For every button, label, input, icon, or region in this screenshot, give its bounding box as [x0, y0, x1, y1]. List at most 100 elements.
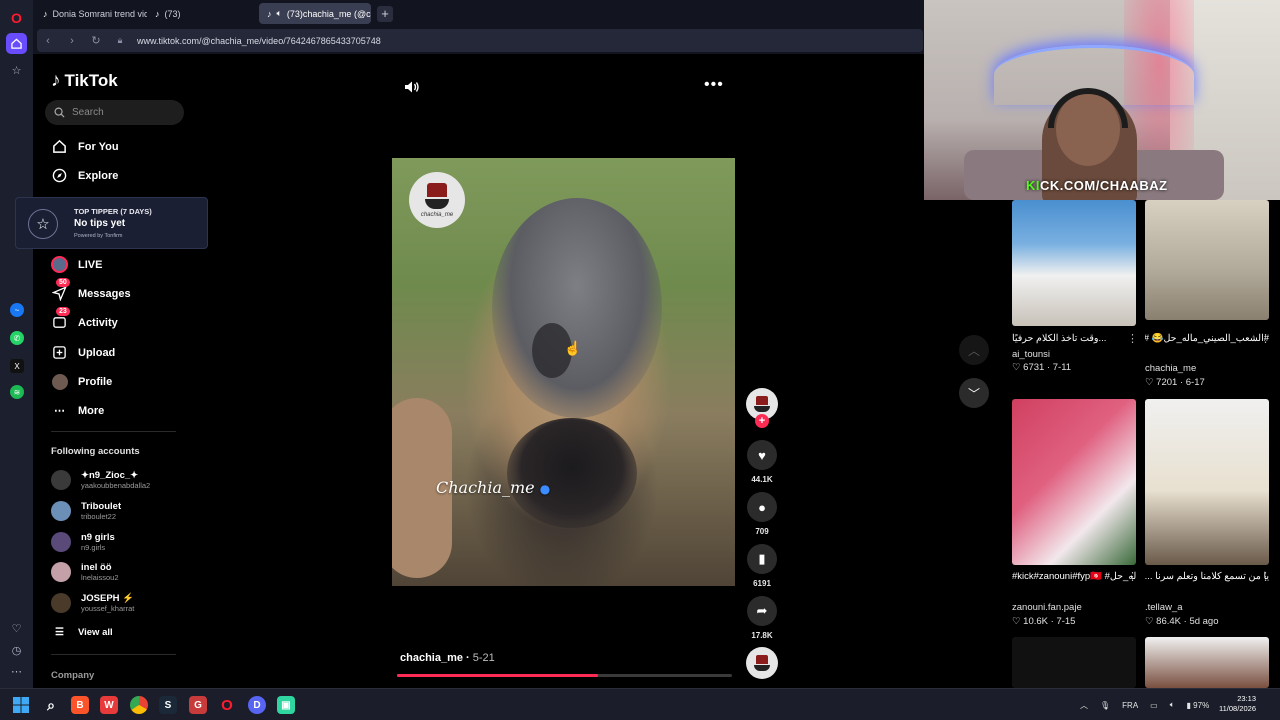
network-icon[interactable]: ▭: [1150, 701, 1158, 710]
comment-button[interactable]: ●: [747, 492, 777, 522]
battery-indicator[interactable]: ▮ 97%: [1187, 701, 1210, 710]
nav-activity[interactable]: 23 Activity: [51, 307, 118, 331]
new-tab-button[interactable]: +: [377, 5, 393, 22]
tab-chachia[interactable]: ♪ 🔈︎ (73)chachia_me (@ch…: [259, 3, 371, 24]
search-box[interactable]: [45, 100, 184, 125]
nav-label: For You: [78, 140, 119, 153]
more-icon[interactable]: ⋮: [1260, 570, 1271, 583]
x-icon[interactable]: X: [10, 359, 24, 373]
game-icon[interactable]: G: [189, 696, 207, 714]
home-icon[interactable]: [6, 33, 27, 54]
thumbnail-user[interactable]: zanouni.fan.paje: [1012, 602, 1136, 613]
nav-upload[interactable]: Upload: [51, 344, 115, 361]
thumbnail-caption[interactable]: #kick#zanouni#fyp🇹🇳 #الشعب_الصيني_ماله_ح…: [1012, 571, 1136, 583]
music-avatar[interactable]: [746, 647, 778, 679]
address-bar[interactable]: ‹ › ↻ 🔒︎ www.tiktok.com/@chachia_me/vide…: [37, 29, 923, 52]
bookmark-icon: ▮: [758, 551, 766, 566]
following-account[interactable]: Triboulet triboulet22: [51, 501, 121, 521]
back-icon[interactable]: ‹: [41, 35, 55, 47]
app-icon[interactable]: W: [100, 696, 118, 714]
video-thumbnail[interactable]: [1145, 637, 1269, 688]
chevron-up-icon[interactable]: ︿: [1080, 700, 1088, 711]
opera-sidebar: O ☆ ~ ✆ X ≋ ♡ ◷ ⋯: [0, 0, 33, 688]
spotify-icon[interactable]: ≋: [10, 385, 24, 399]
following-account[interactable]: inel öö lnelaissou2: [51, 562, 119, 582]
system-tray: ︿ 🎙︎ FRA ▭ 🔈︎ ▮ 97%: [1080, 689, 1209, 720]
tiktok-logo[interactable]: ♪ TikTok: [51, 70, 118, 92]
account-handle: youssef_kharrat: [81, 603, 135, 613]
nav-label: LIVE: [78, 258, 103, 271]
discord-icon[interactable]: D: [248, 696, 266, 714]
messenger-icon[interactable]: ~: [10, 303, 24, 317]
previous-video-button[interactable]: ︿: [959, 335, 989, 365]
more-icon[interactable]: ⋮: [1260, 332, 1271, 345]
next-video-button[interactable]: ﹀: [959, 378, 989, 408]
nav-profile[interactable]: Profile: [51, 373, 112, 390]
nav-for-you[interactable]: For You: [51, 138, 119, 155]
volume-icon[interactable]: [404, 80, 420, 97]
nav-explore[interactable]: Explore: [51, 167, 118, 184]
following-account[interactable]: ✦n9_Zioc_✦ yaakoubbenabdalla2: [51, 470, 150, 490]
follow-button[interactable]: +: [755, 414, 769, 428]
share-icon: ➦: [756, 603, 768, 618]
clock[interactable]: 23:13 11/08/2026: [1219, 694, 1256, 714]
more-icon[interactable]: ⋯: [6, 661, 27, 682]
messages-badge: 50: [56, 278, 70, 287]
thumbnail-user[interactable]: ai_tounsi: [1012, 349, 1136, 360]
share-button[interactable]: ➦: [747, 596, 777, 626]
brave-icon[interactable]: B: [71, 696, 89, 714]
microphone-icon[interactable]: 🎙︎: [1100, 701, 1110, 710]
thumbnail-caption[interactable]: ...وقت تاخذ الكلام حرفيًا: [1012, 333, 1136, 345]
url-text[interactable]: www.tiktok.com/@chachia_me/video/7642467…: [137, 36, 381, 46]
following-account[interactable]: JOSEPH ⚡ youssef_kharrat: [51, 593, 134, 613]
video-author[interactable]: chachia_me: [400, 652, 463, 664]
whatsapp-icon[interactable]: ✆: [10, 331, 24, 345]
account-handle: triboulet22: [81, 511, 117, 521]
search-input[interactable]: [72, 107, 172, 118]
language-indicator[interactable]: FRA: [1122, 701, 1138, 710]
save-button[interactable]: ▮: [747, 544, 777, 574]
video-caption: chachia_me · 5-21: [400, 652, 495, 664]
like-button[interactable]: ♥: [747, 440, 777, 470]
thumbnail-user[interactable]: .tellaw_a: [1145, 602, 1269, 613]
account-name: inel öö: [81, 561, 112, 573]
thumbnail-caption[interactable]: يا من تسمع كلامنا وتعلم سرنا ... سبحانه …: [1145, 571, 1269, 583]
opera-icon[interactable]: O: [218, 696, 236, 714]
heart-icon[interactable]: ♡: [6, 618, 27, 639]
chrome-icon[interactable]: [130, 696, 148, 714]
video-thumbnail[interactable]: [1012, 637, 1136, 688]
forward-icon[interactable]: ›: [65, 35, 79, 47]
tab-donia[interactable]: ♪ Donia Somrani trend vide…: [35, 3, 147, 24]
video-thumbnail[interactable]: [1012, 399, 1136, 565]
thumbnail-user[interactable]: chachia_me: [1145, 363, 1269, 374]
app-icon[interactable]: ▣: [277, 696, 295, 714]
thumbnail-caption[interactable]: #الشعب_الصيني_ماله_حل😂 #هاك_توك #مونتاجي…: [1145, 333, 1269, 345]
tiktok-tab-icon: ♪: [43, 8, 48, 19]
video-thumbnail[interactable]: [1145, 200, 1269, 320]
account-name: ✦n9_Zioc_✦: [81, 469, 139, 481]
tab-73[interactable]: ♪ (73): [147, 3, 259, 24]
video-player[interactable]: chachia_me Chachia_me ●: [392, 158, 735, 586]
video-thumbnail[interactable]: [1012, 200, 1136, 326]
more-icon[interactable]: ⋮: [1127, 332, 1138, 345]
nav-more[interactable]: ⋯ More: [51, 402, 104, 419]
steam-icon[interactable]: S: [159, 696, 177, 714]
more-options-icon[interactable]: •••: [704, 76, 724, 94]
clock-date: 11/08/2026: [1219, 704, 1256, 713]
view-all-link[interactable]: ☰ View all: [55, 627, 113, 638]
kick-brand-text: KICK.COM/CHAABAZ: [1026, 178, 1168, 193]
opera-logo-icon[interactable]: O: [6, 7, 27, 28]
reload-icon[interactable]: ↻: [89, 34, 103, 47]
windows-start-icon[interactable]: [12, 696, 30, 714]
video-progress-bar[interactable]: [397, 674, 732, 677]
following-account[interactable]: n9 girls n9.girls: [51, 532, 115, 552]
star-icon[interactable]: ☆: [6, 60, 27, 81]
company-link[interactable]: Company: [51, 670, 94, 681]
history-icon[interactable]: ◷: [6, 640, 27, 661]
nav-messages[interactable]: 50 Messages: [51, 278, 131, 302]
speaker-icon[interactable]: 🔈︎: [1170, 700, 1175, 710]
nav-live[interactable]: LIVE: [51, 256, 102, 273]
search-icon[interactable]: ⌕: [42, 696, 60, 714]
video-thumbnail[interactable]: [1145, 399, 1269, 565]
more-icon[interactable]: ⋮: [1127, 570, 1138, 583]
